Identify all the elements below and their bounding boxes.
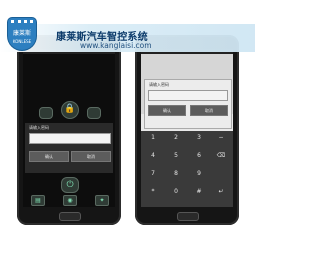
key-6[interactable]: 6	[188, 151, 210, 161]
password-dialog: 请输入密码 确认 取消	[144, 79, 232, 129]
confirm-button[interactable]: 确认	[148, 105, 186, 116]
cancel-button[interactable]: 取消	[190, 105, 228, 116]
password-input[interactable]	[148, 90, 228, 101]
home-button[interactable]	[59, 212, 81, 221]
window-button[interactable]: ▤	[31, 195, 45, 206]
key-0[interactable]: 0	[165, 187, 187, 197]
home-button[interactable]	[177, 212, 199, 221]
horn-button[interactable]: ◉	[63, 195, 77, 206]
light-button[interactable]: ✦	[95, 195, 109, 206]
left-phone: 🔒 请输入密码 确认 取消 ⏻ ▤ ◉ ✦	[17, 35, 121, 225]
logo-shield: 康莱斯 KONLESE	[8, 18, 36, 50]
confirm-label: 确认	[45, 154, 53, 159]
key-blank[interactable]	[210, 169, 232, 179]
key-star[interactable]: *	[142, 187, 164, 197]
key-5[interactable]: 5	[165, 151, 187, 161]
key-7[interactable]: 7	[142, 169, 164, 179]
right-phone-screen: 请输入密码 确认 取消 1 2 3 − 4 5 6 ⌫ 7 8 9 * 0 # …	[141, 49, 233, 207]
unlock-button[interactable]	[39, 107, 53, 119]
dialog-title: 请输入密码	[29, 125, 49, 130]
cancel-button[interactable]: 取消	[71, 151, 111, 162]
window-icon: ▤	[35, 197, 41, 204]
password-dialog: 请输入密码 确认 取消	[25, 123, 113, 173]
cancel-label: 取消	[87, 154, 95, 159]
key-backspace[interactable]: ⌫	[210, 151, 232, 161]
cancel-label: 取消	[205, 108, 213, 113]
confirm-label: 确认	[163, 108, 171, 113]
dialog-title: 请输入密码	[149, 82, 169, 87]
key-2[interactable]: 2	[165, 133, 187, 143]
password-input[interactable]	[29, 133, 111, 144]
right-phone: 请输入密码 确认 取消 1 2 3 − 4 5 6 ⌫ 7 8 9 * 0 # …	[135, 35, 239, 225]
brand-url: www.kanglaisi.com	[80, 41, 152, 50]
logo-text: 康莱斯	[12, 30, 31, 37]
key-4[interactable]: 4	[142, 151, 164, 161]
key-1[interactable]: 1	[142, 133, 164, 143]
key-9[interactable]: 9	[188, 169, 210, 179]
numeric-keypad: 1 2 3 − 4 5 6 ⌫ 7 8 9 * 0 # ↵	[141, 131, 233, 207]
trunk-button[interactable]	[87, 107, 101, 119]
key-minus[interactable]: −	[210, 133, 232, 143]
engine-start-button[interactable]: ⏻	[61, 177, 79, 193]
crown-icon	[11, 20, 33, 27]
horn-icon: ◉	[67, 197, 73, 204]
key-3[interactable]: 3	[188, 133, 210, 143]
lock-button[interactable]: 🔒	[61, 101, 79, 119]
light-icon: ✦	[99, 197, 105, 204]
left-phone-screen: 🔒 请输入密码 确认 取消 ⏻ ▤ ◉ ✦	[23, 49, 115, 207]
key-enter[interactable]: ↵	[210, 187, 232, 197]
key-hash[interactable]: #	[188, 187, 210, 197]
power-icon: ⏻	[66, 180, 74, 190]
confirm-button[interactable]: 确认	[29, 151, 69, 162]
lock-icon: 🔒	[64, 104, 76, 114]
logo-subtext: KONLESE	[12, 39, 32, 44]
key-8[interactable]: 8	[165, 169, 187, 179]
